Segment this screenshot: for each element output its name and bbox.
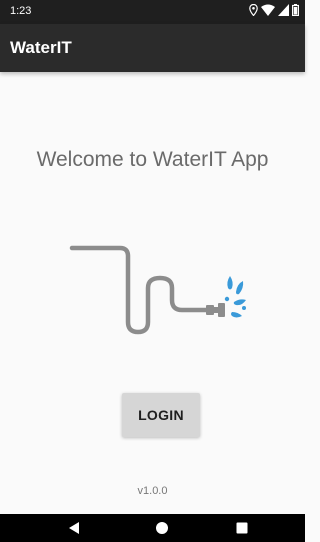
recents-icon[interactable] <box>236 521 248 540</box>
status-bar: 1:23 <box>0 0 305 24</box>
pipe-leak-icon <box>68 236 258 340</box>
navigation-bar <box>0 514 305 542</box>
battery-icon <box>292 4 299 16</box>
welcome-heading: Welcome to WaterIT App <box>36 148 269 171</box>
home-icon[interactable] <box>155 521 169 540</box>
version-label: v1.0.0 <box>137 485 168 497</box>
app-bar: WaterIT <box>0 24 305 72</box>
app-title: WaterIT <box>10 38 72 57</box>
signal-icon <box>278 4 289 16</box>
login-button[interactable]: LOGIN <box>122 393 200 437</box>
location-icon <box>249 4 258 16</box>
status-time: 1:23 <box>10 5 32 17</box>
wifi-icon <box>261 4 275 16</box>
back-icon[interactable] <box>68 521 80 540</box>
status-icons <box>249 4 299 16</box>
